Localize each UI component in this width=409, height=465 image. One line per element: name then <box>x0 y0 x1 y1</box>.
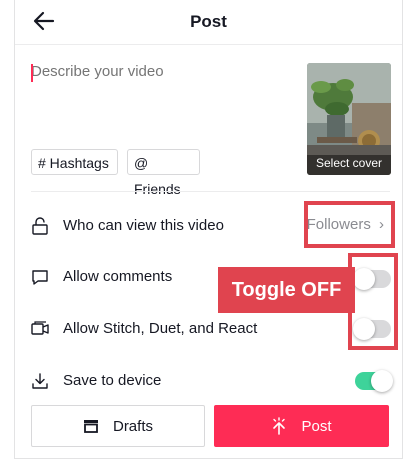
select-cover-label: Select cover <box>315 156 383 170</box>
comment-icon <box>31 268 49 286</box>
unlock-icon <box>31 217 49 235</box>
toggle-off-callout: Toggle OFF <box>218 267 355 313</box>
save-to-device-label: Save to device <box>63 372 162 389</box>
save-to-device-toggle[interactable] <box>355 370 393 392</box>
drafts-button[interactable]: Drafts <box>31 405 205 447</box>
post-label: Post <box>301 417 332 435</box>
stitch-duet-icon <box>31 320 49 338</box>
section-divider <box>31 191 390 192</box>
text-caret <box>31 64 33 82</box>
post-button[interactable]: Post <box>214 405 389 447</box>
toggle-knob <box>371 370 393 392</box>
drafts-label: Drafts <box>112 417 153 435</box>
description-input[interactable] <box>31 63 301 143</box>
post-screen: Post Select cover # Hashtags @ Friends <box>14 0 403 459</box>
download-icon <box>31 372 49 390</box>
drafts-icon <box>83 419 99 433</box>
who-can-view-label: Who can view this video <box>63 217 224 234</box>
friends-button[interactable]: @ Friends <box>127 149 200 197</box>
hashtags-button[interactable]: # Hashtags <box>31 149 118 175</box>
header-divider <box>15 44 402 45</box>
page-title: Post <box>190 12 227 31</box>
followers-highlight-box <box>304 201 395 248</box>
allow-stitch-row: Allow Stitch, Duet, and React <box>15 309 402 349</box>
allow-stitch-label: Allow Stitch, Duet, and React <box>63 320 258 337</box>
save-to-device-row: Save to device <box>15 361 402 401</box>
post-upload-icon <box>271 417 287 435</box>
select-cover-thumbnail[interactable]: Select cover <box>307 63 391 175</box>
toggles-highlight-box <box>348 253 398 350</box>
allow-comments-label: Allow comments <box>63 268 173 285</box>
